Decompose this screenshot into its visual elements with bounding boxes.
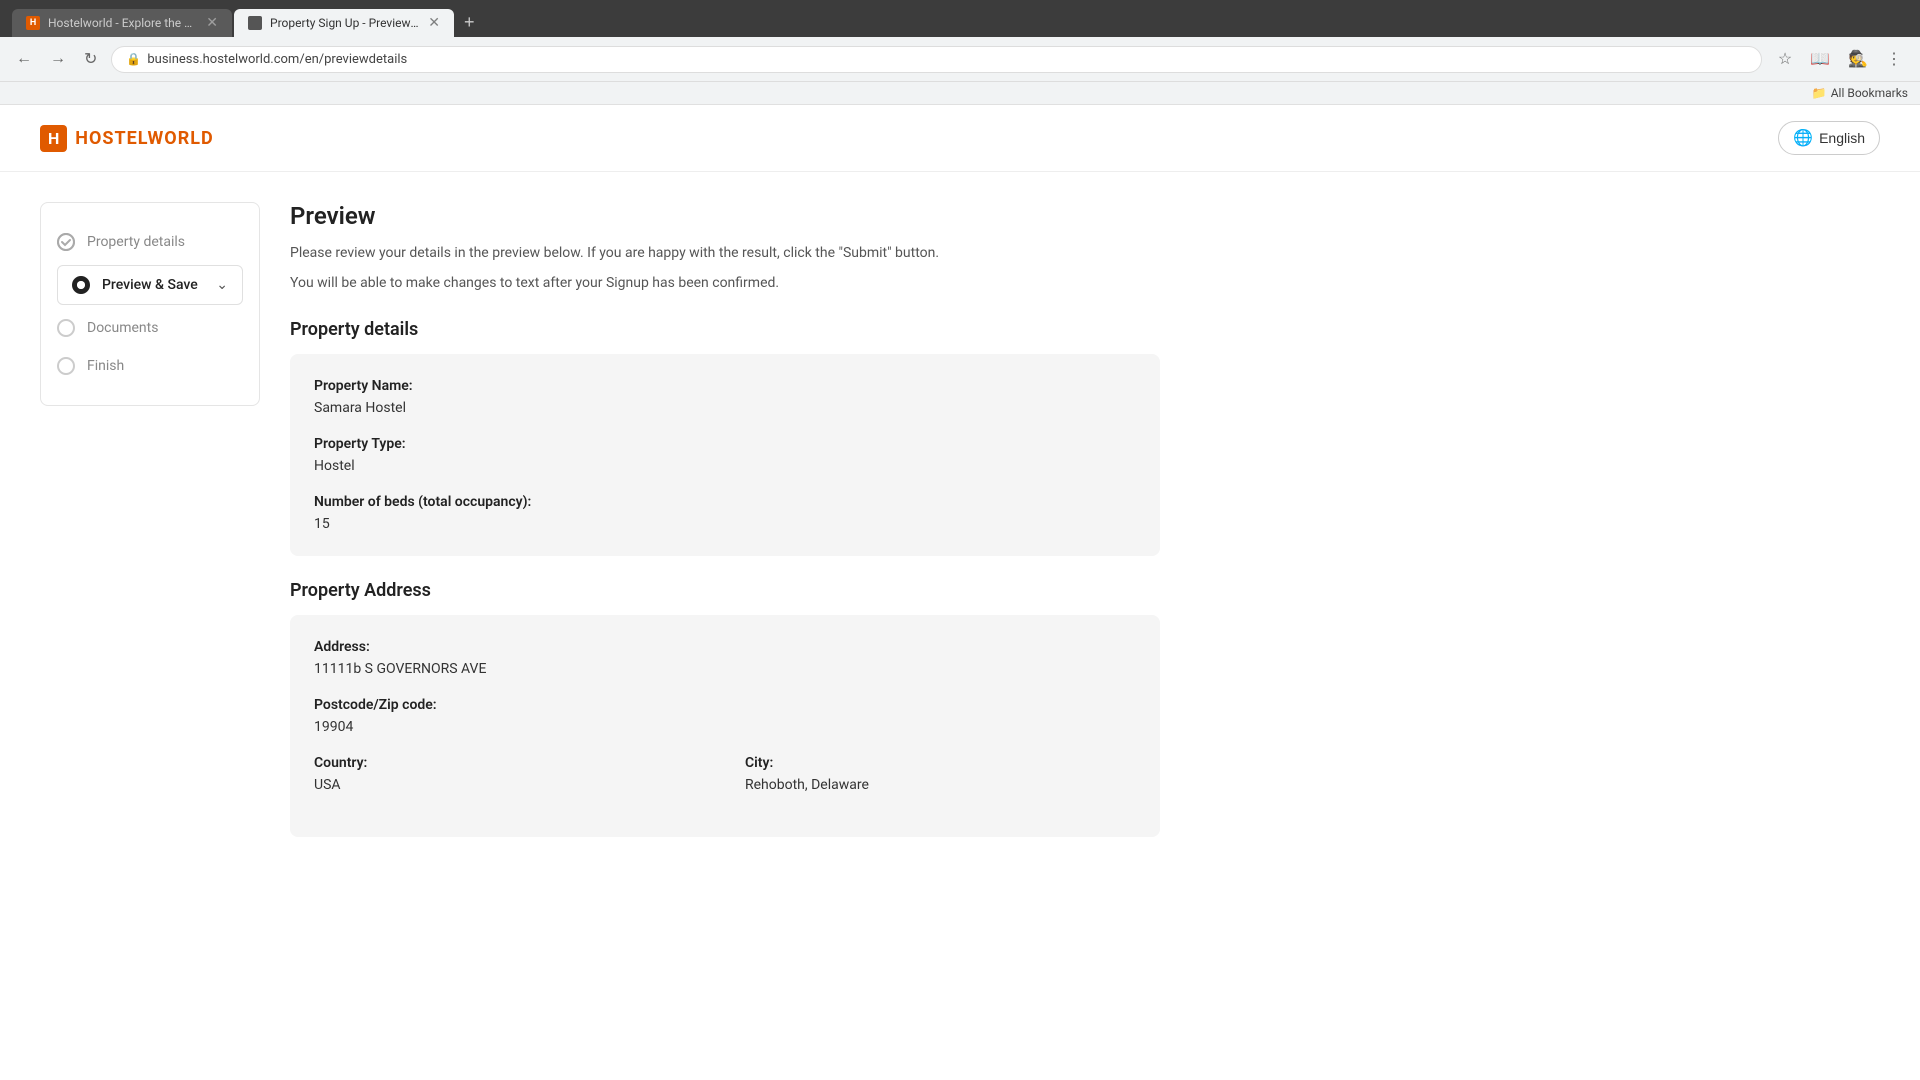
- property-name-field: Property Name: Samara Hostel: [314, 378, 1136, 416]
- lock-icon: 🔒: [126, 52, 141, 66]
- property-type-field: Property Type: Hostel: [314, 436, 1136, 474]
- address-value: 11111b S GOVERNORS AVE: [314, 661, 1136, 677]
- page: H HOSTELWORLD 🌐 English Property: [0, 105, 1920, 1005]
- browser-toolbar: ← → ↻ 🔒 business.hostelworld.com/en/prev…: [0, 37, 1920, 82]
- tab-1-close[interactable]: ✕: [206, 15, 218, 31]
- num-beds-field: Number of beds (total occupancy): 15: [314, 494, 1136, 532]
- step-3-label: Documents: [87, 320, 158, 336]
- preview-description-line1: Please review your details in the previe…: [290, 242, 1160, 264]
- address-bar[interactable]: 🔒 business.hostelworld.com/en/previewdet…: [111, 46, 1761, 73]
- sidebar-step-preview-save[interactable]: Preview & Save ⌄: [57, 265, 243, 305]
- property-address-section-title: Property Address: [290, 580, 1160, 601]
- back-button[interactable]: ←: [12, 46, 36, 72]
- step-1-radio: [57, 233, 75, 251]
- country-label: Country:: [314, 755, 705, 771]
- logo: H HOSTELWORLD: [40, 125, 214, 152]
- toolbar-actions: ☆ 📖 🕵 ⋮: [1772, 45, 1908, 73]
- property-details-section-title: Property details: [290, 319, 1160, 340]
- step-2-inner: Preview & Save: [72, 276, 198, 294]
- logo-text: HOSTELWORLD: [75, 128, 213, 149]
- tab-2-title: Property Sign Up - Preview an...: [270, 16, 420, 30]
- property-name-label: Property Name:: [314, 378, 1136, 394]
- step-4-radio: [57, 357, 75, 375]
- sidebar-step-property-details[interactable]: Property details: [57, 223, 243, 261]
- property-address-card: Address: 11111b S GOVERNORS AVE Postcode…: [290, 615, 1160, 837]
- browser-tab-2[interactable]: Property Sign Up - Preview an... ✕: [234, 9, 454, 37]
- tab-2-favicon: [248, 16, 262, 30]
- tab-2-close[interactable]: ✕: [428, 15, 440, 31]
- bookmarks-icon: 📁: [1812, 86, 1827, 100]
- menu-button[interactable]: ⋮: [1880, 45, 1908, 73]
- city-label: City:: [745, 755, 1136, 771]
- step-2-radio: [72, 276, 90, 294]
- all-bookmarks[interactable]: 📁 All Bookmarks: [1812, 86, 1908, 100]
- forward-button[interactable]: →: [46, 46, 70, 72]
- bookmark-star-button[interactable]: ☆: [1772, 45, 1798, 73]
- country-value: USA: [314, 777, 705, 793]
- tab-1-title: Hostelworld - Explore the worl: [48, 16, 198, 30]
- postcode-field: Postcode/Zip code: 19904: [314, 697, 1136, 735]
- tab-1-favicon: H: [26, 16, 40, 30]
- sidebar: Property details Preview & Save ⌄ Docu: [40, 202, 260, 861]
- postcode-value: 19904: [314, 719, 1136, 735]
- country-city-row: Country: USA City: Rehoboth, Delaware: [314, 755, 1136, 813]
- property-name-value: Samara Hostel: [314, 400, 1136, 416]
- logo-icon: H: [40, 125, 67, 152]
- num-beds-value: 15: [314, 516, 1136, 532]
- address-label: Address:: [314, 639, 1136, 655]
- step-3-radio: [57, 319, 75, 337]
- language-label: English: [1819, 130, 1865, 146]
- chevron-down-icon: ⌄: [216, 277, 228, 293]
- globe-icon: 🌐: [1793, 128, 1813, 148]
- browser-tab-1[interactable]: H Hostelworld - Explore the worl ✕: [12, 9, 232, 37]
- step-1-label: Property details: [87, 234, 185, 250]
- page-title: Preview: [290, 202, 1160, 230]
- check-icon: [57, 233, 75, 251]
- city-field: City: Rehoboth, Delaware: [745, 755, 1136, 813]
- bookmarks-bar: 📁 All Bookmarks: [0, 82, 1920, 105]
- postcode-label: Postcode/Zip code:: [314, 697, 1136, 713]
- sidebar-step-finish[interactable]: Finish: [57, 347, 243, 385]
- property-type-label: Property Type:: [314, 436, 1136, 452]
- content-area: Preview Please review your details in th…: [290, 202, 1160, 861]
- num-beds-label: Number of beds (total occupancy):: [314, 494, 1136, 510]
- browser-chrome: H Hostelworld - Explore the worl ✕ Prope…: [0, 0, 1920, 37]
- preview-description-line2: You will be able to make changes to text…: [290, 272, 1160, 294]
- browser-tabs: H Hostelworld - Explore the worl ✕ Prope…: [12, 8, 1908, 37]
- language-button[interactable]: 🌐 English: [1778, 121, 1880, 155]
- sidebar-card: Property details Preview & Save ⌄ Docu: [40, 202, 260, 406]
- step-2-label: Preview & Save: [102, 277, 198, 293]
- reading-list-button[interactable]: 📖: [1804, 45, 1836, 73]
- reload-button[interactable]: ↻: [80, 45, 101, 73]
- property-type-value: Hostel: [314, 458, 1136, 474]
- city-value: Rehoboth, Delaware: [745, 777, 1136, 793]
- new-tab-button[interactable]: +: [456, 8, 483, 37]
- property-details-card: Property Name: Samara Hostel Property Ty…: [290, 354, 1160, 556]
- step-4-label: Finish: [87, 358, 124, 374]
- incognito-button[interactable]: 🕵: [1842, 45, 1874, 73]
- site-header: H HOSTELWORLD 🌐 English: [0, 105, 1920, 172]
- address-field: Address: 11111b S GOVERNORS AVE: [314, 639, 1136, 677]
- sidebar-step-documents[interactable]: Documents: [57, 309, 243, 347]
- country-field: Country: USA: [314, 755, 705, 793]
- main-content: Property details Preview & Save ⌄ Docu: [0, 172, 1200, 891]
- url-text: business.hostelworld.com/en/previewdetai…: [147, 52, 1746, 67]
